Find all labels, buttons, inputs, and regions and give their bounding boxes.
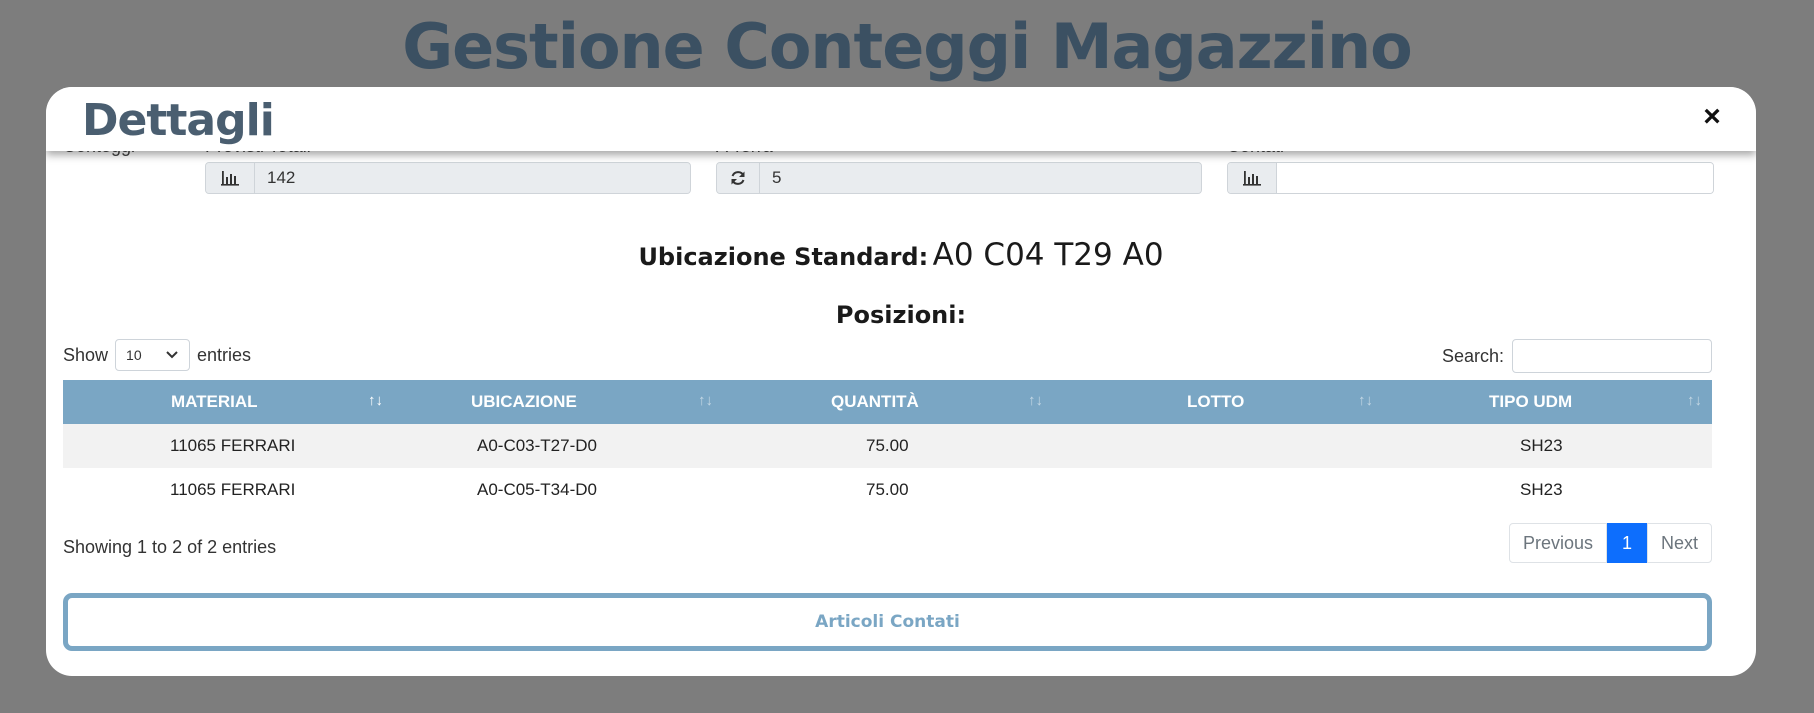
ubicazione-label: Ubicazione Standard: xyxy=(638,243,929,271)
a-terra-field[interactable] xyxy=(760,163,1201,193)
bar-chart-icon xyxy=(206,163,255,193)
cell-lotto xyxy=(1053,424,1383,468)
column-header-tipo-udm[interactable]: TIPO UDM ↑↓ xyxy=(1383,380,1712,424)
table-header-row: MATERIAL ↑↓ UBICAZIONE ↑↓ QUANTITÀ ↑↓ LOTTO… xyxy=(63,380,1712,424)
table-search: Search: xyxy=(1442,339,1712,373)
column-header-ubicazione[interactable]: UBICAZIONE ↑↓ xyxy=(393,380,723,424)
entries-length-control: Show 10 entries xyxy=(63,339,251,371)
table-row[interactable]: 11065 FERRARI A0-C03-T27-D0 75.00 SH23 xyxy=(63,424,1712,468)
search-input[interactable] xyxy=(1512,339,1712,373)
cell-material: 11065 FERRARI xyxy=(63,424,393,468)
positions-table: MATERIAL ↑↓ UBICAZIONE ↑↓ QUANTITÀ ↑↓ LOTTO… xyxy=(63,380,1712,512)
sort-icon: ↑↓ xyxy=(1028,392,1043,409)
pagination-page-1[interactable]: 1 xyxy=(1606,523,1647,563)
cell-quantita: 75.00 xyxy=(723,424,1053,468)
column-header-lotto[interactable]: LOTTO ↑↓ xyxy=(1053,380,1383,424)
pagination-previous[interactable]: Previous xyxy=(1508,523,1607,563)
table-row[interactable]: 11065 FERRARI A0-C05-T34-D0 75.00 SH23 xyxy=(63,468,1712,512)
close-button[interactable]: × xyxy=(1694,99,1730,135)
table-info: Showing 1 to 2 of 2 entries xyxy=(63,537,277,557)
pagination-next[interactable]: Next xyxy=(1646,523,1712,563)
cell-tipo-udm: SH23 xyxy=(1383,424,1712,468)
previsti-totali-field[interactable] xyxy=(255,163,690,193)
sort-icon: ↑↓ xyxy=(1687,392,1702,409)
column-header-material[interactable]: MATERIAL ↑↓ xyxy=(63,380,393,424)
ubicazione-standard: Ubicazione Standard: A0 C04 T29 A0 xyxy=(46,237,1756,273)
page-title: Gestione Conteggi Magazzino xyxy=(402,10,1413,83)
search-label: Search: xyxy=(1441,345,1504,366)
refresh-icon xyxy=(717,163,760,193)
contati-group xyxy=(1227,162,1714,194)
sort-icon: ↑↓ xyxy=(698,392,713,409)
modal-title: Dettagli xyxy=(82,95,275,146)
ubicazione-value: A0 C04 T29 A0 xyxy=(932,237,1164,273)
previsti-totali-group xyxy=(205,162,691,194)
contati-input[interactable] xyxy=(1277,163,1713,193)
cell-material: 11065 FERRARI xyxy=(170,480,296,499)
entries-select-value: 10 xyxy=(126,347,142,363)
column-header-quantita[interactable]: QUANTITÀ ↑↓ xyxy=(723,380,1053,424)
modal-header: Dettagli × xyxy=(46,87,1756,151)
a-terra-group xyxy=(716,162,1202,194)
articoli-contati-button[interactable]: Articoli Contati xyxy=(63,593,1712,651)
entries-select[interactable]: 10 xyxy=(115,339,191,371)
pagination: Previous 1 Next xyxy=(1508,523,1712,563)
sort-icon: ↑↓ xyxy=(1358,392,1373,409)
chevron-down-icon xyxy=(166,351,178,359)
cell-ubicazione: A0-C05-T34-D0 xyxy=(477,480,597,499)
bar-chart-icon xyxy=(1228,163,1277,193)
details-modal: Dettagli × Conteggi Previsti Totali A Te… xyxy=(46,87,1756,676)
cell-quantita: 75.00 xyxy=(866,480,909,499)
sort-asc-icon: ↑↓ xyxy=(368,392,383,409)
cell-ubicazione: A0-C03-T27-D0 xyxy=(393,424,723,468)
cell-lotto xyxy=(1053,468,1383,512)
cell-tipo-udm: SH23 xyxy=(1520,480,1563,499)
posizioni-heading: Posizioni: xyxy=(835,301,967,329)
entries-label: entries xyxy=(197,344,252,365)
show-label: Show xyxy=(63,344,109,365)
